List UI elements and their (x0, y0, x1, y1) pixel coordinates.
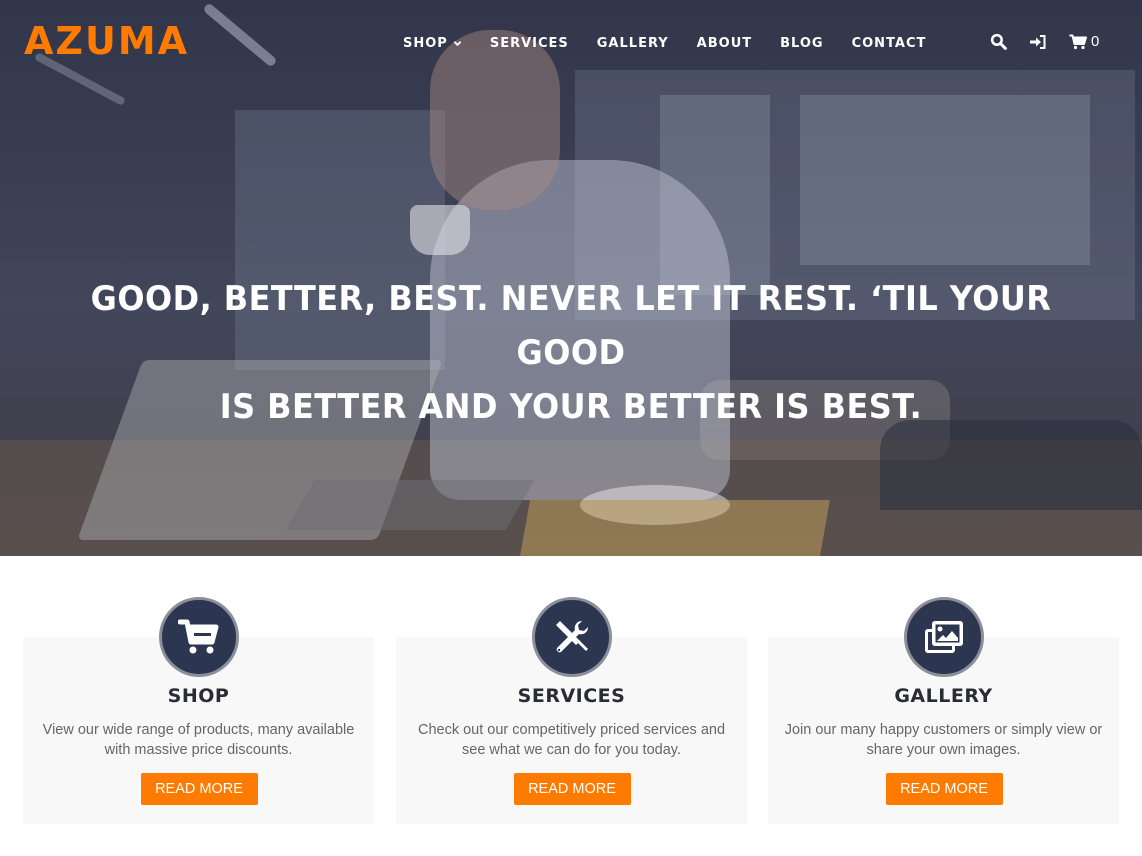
feature-icon-badge (903, 597, 984, 677)
nav-item-label: CONTACT (851, 36, 927, 51)
card-description-line: Join our many happy customers or simply … (784, 722, 1103, 738)
nav-item-services[interactable]: SERVICES (490, 36, 569, 51)
images-icon (924, 621, 963, 653)
hero-headline: GOOD, BETTER, BEST. NEVER LET IT REST. ‘… (72, 272, 1070, 434)
gallery-read-more-button[interactable]: READ MORE (885, 773, 1003, 805)
chevron-down-icon (453, 41, 462, 47)
nav-item-label: SHOP (403, 36, 448, 51)
hero-bg-window (800, 95, 1090, 265)
hero-bg-person-head (430, 30, 560, 210)
feature-card-gallery: GALLERY Join our many happy customers or… (768, 597, 1119, 824)
sign-in-icon[interactable] (1029, 34, 1047, 50)
card-description-line: with massive price discounts. (104, 742, 293, 758)
card-description: Check out our competitively priced servi… (411, 720, 732, 760)
site-logo[interactable]: AZUMA (24, 22, 189, 60)
shop-read-more-button[interactable]: READ MORE (140, 773, 258, 805)
hero-headline-line-2: IS BETTER AND YOUR BETTER IS BEST. (219, 387, 923, 427)
nav-item-label: SERVICES (489, 36, 569, 51)
card-description-line: Check out our competitively priced servi… (417, 722, 726, 738)
nav-item-contact[interactable]: CONTACT (852, 36, 927, 51)
search-icon[interactable] (990, 33, 1007, 50)
hero-banner: AZUMA SHOP SERVICES GALLERY ABOUT BLOG C… (0, 0, 1142, 556)
tools-icon (555, 620, 588, 653)
feature-cards: SHOP View our wide range of products, ma… (0, 556, 1142, 856)
card-title: SERVICES (517, 685, 626, 707)
header-actions: 0 (990, 33, 1099, 50)
hero-bg-light (202, 2, 278, 68)
cart-icon (177, 619, 218, 654)
nav-item-gallery[interactable]: GALLERY (597, 36, 669, 51)
hero-bg-paper (520, 500, 830, 556)
feature-card-services: SERVICES Check out our competitively pri… (396, 597, 747, 824)
card-description-line: share your own images. (866, 742, 1021, 758)
feature-card-shop: SHOP View our wide range of products, ma… (23, 597, 374, 824)
cart-button[interactable]: 0 (1069, 33, 1099, 50)
card-description: View our wide range of products, many av… (38, 720, 359, 760)
nav-item-label: ABOUT (696, 36, 753, 51)
cart-count: 0 (1091, 33, 1100, 50)
main-nav: SHOP SERVICES GALLERY ABOUT BLOG CONTACT (403, 36, 954, 51)
card-title: GALLERY (894, 685, 993, 707)
hero-bg-cup (410, 205, 470, 255)
card-description-line: see what we can do for you today. (462, 742, 681, 758)
card-description-line: View our wide range of products, many av… (42, 722, 355, 738)
feature-icon-badge (531, 597, 612, 677)
cart-icon (1069, 34, 1087, 49)
nav-item-label: GALLERY (596, 36, 669, 51)
nav-item-shop[interactable]: SHOP (403, 36, 462, 51)
card-title: SHOP (167, 685, 230, 707)
nav-item-blog[interactable]: BLOG (780, 36, 823, 51)
card-description: Join our many happy customers or simply … (783, 720, 1104, 760)
services-read-more-button[interactable]: READ MORE (513, 773, 631, 805)
hero-bg-keyboard (285, 480, 535, 530)
nav-item-label: BLOG (780, 36, 824, 51)
hero-headline-line-1: GOOD, BETTER, BEST. NEVER LET IT REST. ‘… (90, 279, 1052, 373)
nav-item-about[interactable]: ABOUT (697, 36, 752, 51)
feature-icon-badge (158, 597, 239, 677)
